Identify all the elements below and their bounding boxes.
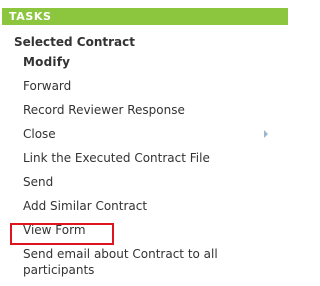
menu-item-close-label: Close [23,127,56,141]
menu-item-view-form[interactable]: View Form [2,218,288,242]
tasks-panel: TASKS Selected Contract Modify Forward R… [2,8,288,278]
menu-item-link-executed-contract-file[interactable]: Link the Executed Contract File [2,146,288,170]
menu-item-record-reviewer-response[interactable]: Record Reviewer Response [2,98,288,122]
chevron-right-icon [264,130,268,138]
menu-item-add-similar-contract[interactable]: Add Similar Contract [2,194,288,218]
task-menu: Modify Forward Record Reviewer Response … [2,50,288,278]
menu-item-send[interactable]: Send [2,170,288,194]
menu-item-modify[interactable]: Modify [2,50,288,74]
menu-item-send-email-participants[interactable]: Send email about Contract to all partici… [2,242,258,278]
menu-item-close[interactable]: Close [2,122,288,146]
panel-header: TASKS [2,8,288,25]
menu-item-forward[interactable]: Forward [2,74,288,98]
section-title: Selected Contract [14,35,135,49]
